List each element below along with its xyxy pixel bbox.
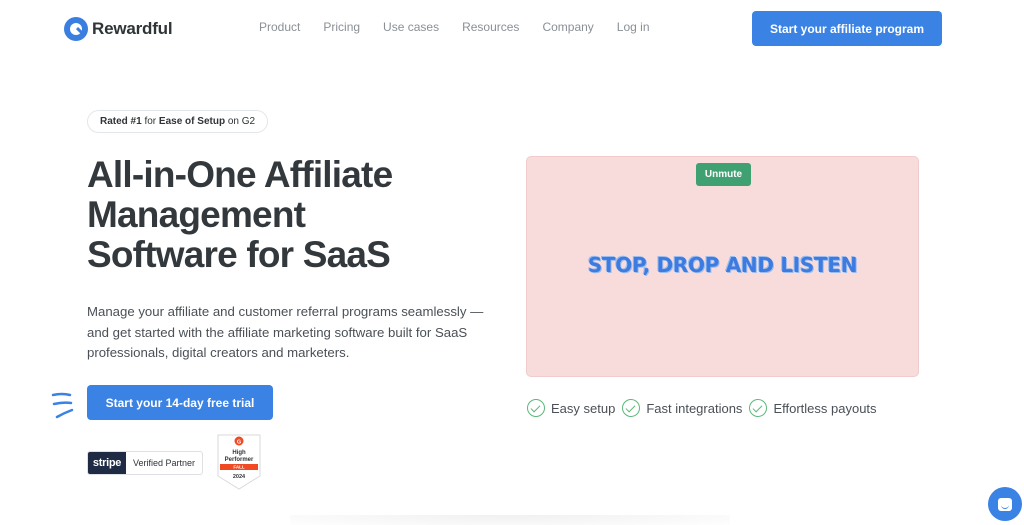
hero-video[interactable]: Unmute STOP, DROP AND LISTEN xyxy=(526,156,919,377)
unmute-button[interactable]: Unmute xyxy=(696,163,751,186)
hero-title: All-in-One Affiliate Management Software… xyxy=(87,155,487,275)
stripe-partner-label: Verified Partner xyxy=(132,458,196,468)
feature-item: Effortless payouts xyxy=(749,399,877,417)
feature-item: Fast integrations xyxy=(622,399,742,417)
g2-rating-badge: Rated #1 for Ease of Setup on G2 xyxy=(87,110,269,133)
check-circle-icon xyxy=(622,399,641,417)
nav-link-login[interactable]: Log in xyxy=(617,20,650,34)
nav-link-use-cases[interactable]: Use cases xyxy=(383,20,439,34)
badge-rank: Rated #1 xyxy=(100,116,142,127)
check-circle-icon xyxy=(527,399,545,417)
stripe-verified-partner-badge: stripe Verified Partner xyxy=(87,451,203,475)
g2-badge-year: 2024 xyxy=(233,474,246,480)
nav-link-resources[interactable]: Resources xyxy=(462,20,519,34)
start-free-trial-button[interactable]: Start your 14-day free trial xyxy=(87,385,273,420)
stripe-logo: stripe xyxy=(88,452,126,474)
feature-list: Easy setup Fast integrations Effortless … xyxy=(527,399,884,417)
nav-link-product[interactable]: Product xyxy=(259,20,300,34)
section-shadow xyxy=(290,515,730,525)
badge-for: for xyxy=(141,116,159,127)
hero-title-line-3: Software for SaaS xyxy=(87,234,391,275)
hero-title-line-2: Management xyxy=(87,194,306,235)
nav-link-pricing[interactable]: Pricing xyxy=(323,20,360,34)
g2-badge-season: FALL xyxy=(233,465,244,470)
decorative-lines-icon xyxy=(51,392,74,419)
hero-subtitle: Manage your affiliate and customer refer… xyxy=(87,304,484,360)
hero-title-line-1: All-in-One Affiliate xyxy=(87,154,393,195)
rewardful-logo-icon xyxy=(64,17,88,41)
video-overlay-text: STOP, DROP AND LISTEN xyxy=(587,253,858,277)
start-affiliate-program-button[interactable]: Start your affiliate program xyxy=(752,11,942,46)
chat-icon xyxy=(998,497,1012,511)
g2-badge-line1: High xyxy=(232,450,246,456)
check-circle-icon xyxy=(749,399,768,417)
g2-badge-line2: Performer xyxy=(225,457,254,463)
badge-on: on G2 xyxy=(225,116,256,127)
chat-launcher-button[interactable] xyxy=(988,487,1022,521)
nav-links: Product Pricing Use cases Resources Comp… xyxy=(259,20,673,34)
nav-link-company[interactable]: Company xyxy=(542,20,593,34)
feature-label: Easy setup xyxy=(551,400,616,416)
brand-name: Rewardful xyxy=(92,19,173,38)
g2-high-performer-badge: G High Performer FALL 2024 xyxy=(217,434,261,490)
feature-label: Effortless payouts xyxy=(773,400,877,416)
badge-category: Ease of Setup xyxy=(158,116,226,127)
brand-logo[interactable]: Rewardful xyxy=(64,16,173,42)
feature-label: Fast integrations xyxy=(646,400,743,416)
feature-item: Easy setup xyxy=(527,399,615,417)
svg-text:G: G xyxy=(237,440,241,446)
top-nav: Rewardful Product Pricing Use cases Reso… xyxy=(0,0,1024,58)
